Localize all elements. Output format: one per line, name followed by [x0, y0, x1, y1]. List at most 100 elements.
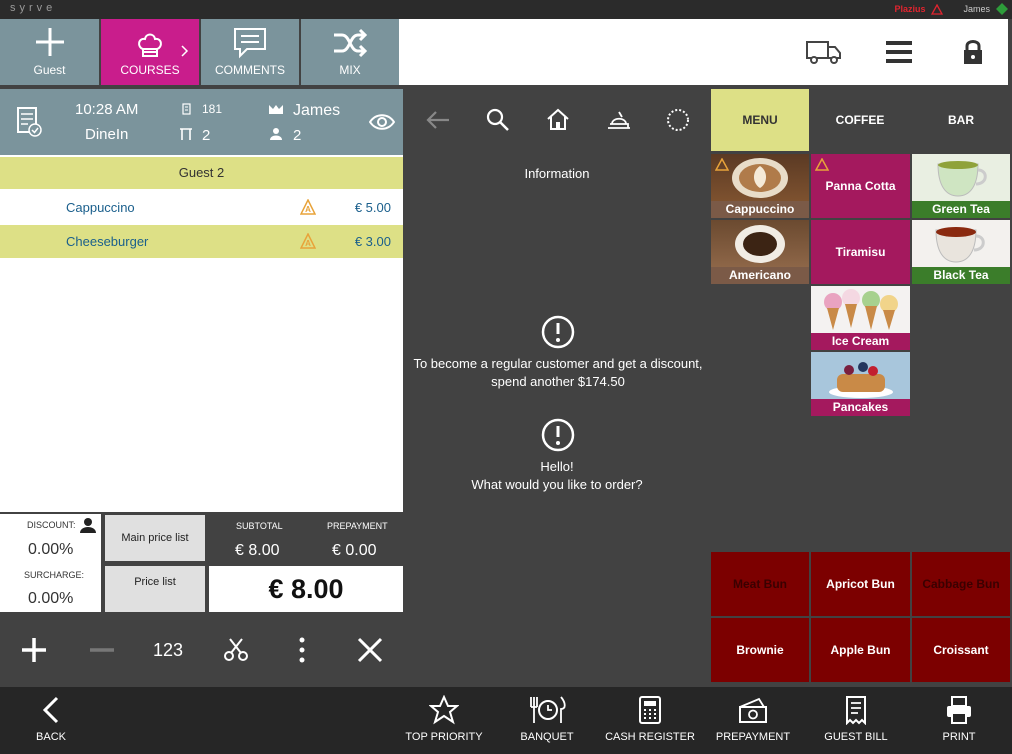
info-message-discount-amount: spend another $174.50 [491, 374, 625, 389]
tea-cup-image [935, 227, 985, 263]
courses-button[interactable]: COURSES [101, 19, 199, 85]
loading-circle-icon[interactable] [666, 108, 690, 132]
print-label: PRINT [942, 731, 976, 743]
coffee-cup-image [732, 158, 788, 198]
main-price-list-button[interactable]: Main price list [105, 515, 205, 561]
customer-icon [80, 518, 96, 533]
system-status: Plazius James [894, 3, 1008, 15]
tab-coffee[interactable]: COFFEE [811, 89, 909, 151]
product-tiramisu[interactable]: Tiramisu [811, 220, 910, 284]
cash-register-label: CASH REGISTER [605, 731, 695, 743]
discount-surcharge-box[interactable]: DISCOUNT: 0.00% SURCHARGE: 0.00% [0, 514, 101, 612]
product-pancakes[interactable]: Pancakes [811, 352, 910, 416]
warning-icon: A [300, 233, 316, 249]
lock-icon[interactable] [962, 39, 984, 65]
tab-bar[interactable]: BAR [912, 89, 1010, 151]
quick-croissant[interactable]: Croissant [912, 618, 1010, 682]
discount-label: DISCOUNT: [27, 520, 76, 530]
back-arrow-icon[interactable] [425, 109, 451, 131]
svg-text:A: A [305, 239, 311, 248]
order-item-row[interactable]: Cheeseburger A € 3.00 [0, 225, 403, 258]
cooking-icon[interactable] [606, 108, 632, 130]
table-icon [180, 128, 192, 140]
product-black-tea[interactable]: Black Tea [912, 220, 1010, 284]
split-button[interactable] [212, 627, 260, 673]
svg-text:A: A [305, 205, 311, 214]
action-bar [399, 19, 1008, 85]
guests-count: 2 [293, 127, 302, 144]
waiter-crown-icon [269, 105, 283, 114]
back-button[interactable]: BACK [6, 695, 96, 743]
product-label: Panna Cotta [825, 179, 896, 193]
subtotal-label: SUBTOTAL [236, 521, 283, 531]
close-icon [357, 637, 383, 663]
product-ice-cream[interactable]: Ice Cream [811, 286, 910, 350]
product-label: Americano [711, 267, 809, 284]
prepayment-label: PREPAYMENT [715, 731, 791, 743]
info-message-question: What would you like to order? [471, 477, 643, 492]
guest-button[interactable]: Guest [0, 19, 99, 85]
order-item-row[interactable]: Cappuccino A € 5.00 [0, 191, 403, 224]
order-total: € 8.00 [209, 566, 403, 612]
banquet-label: BANQUET [520, 731, 574, 743]
guest-label: Guest [33, 63, 66, 77]
tea-cup-image [937, 161, 987, 197]
printer-icon [947, 696, 971, 724]
chef-hat-icon [138, 33, 162, 57]
item-price: € 3.00 [354, 234, 391, 249]
product-cappuccino[interactable]: Cappuccino [711, 154, 809, 218]
increase-button[interactable] [10, 627, 58, 673]
quick-brownie[interactable]: Brownie [711, 618, 809, 682]
subtotal-value: € 8.00 [235, 542, 280, 559]
product-label: Ice Cream [811, 333, 910, 350]
price-list-button[interactable]: Price list [105, 566, 205, 612]
quick-apple-bun[interactable]: Apple Bun [811, 618, 910, 682]
banquet-icon [530, 696, 566, 723]
print-button[interactable]: PRINT [914, 695, 1004, 743]
quick-meat-bun[interactable]: Meat Bun [711, 552, 809, 616]
quick-apricot-bun[interactable]: Apricot Bun [811, 552, 910, 616]
product-panna-cotta[interactable]: Panna Cotta [811, 154, 910, 218]
prepayment-button[interactable]: PREPAYMENT [708, 695, 798, 743]
product-green-tea[interactable]: Green Tea [912, 154, 1010, 218]
top-priority-button[interactable]: TOP PRIORITY [399, 695, 489, 743]
online-indicator-icon [996, 3, 1008, 15]
alert-circle-icon [541, 315, 575, 349]
delivery-truck-icon[interactable] [806, 39, 842, 65]
guests-person-icon [270, 128, 282, 140]
order-number: 181 [202, 102, 223, 116]
guest-header[interactable]: Guest 2 [0, 157, 403, 189]
warning-icon: A [300, 199, 316, 215]
delete-button[interactable] [346, 627, 394, 673]
search-icon[interactable] [486, 108, 510, 132]
comments-label: COMMENTS [215, 63, 285, 77]
warning-icon [815, 158, 829, 171]
item-price: € 5.00 [354, 200, 391, 215]
more-options-button[interactable] [278, 627, 326, 673]
chevron-left-icon [42, 696, 59, 724]
bill-icon [846, 696, 866, 725]
order-check-icon [17, 107, 42, 137]
cash-register-icon [639, 696, 661, 724]
comment-icon [234, 28, 266, 59]
product-americano[interactable]: Americano [711, 220, 809, 284]
prepayment-value: € 0.00 [332, 542, 377, 559]
cash-register-button[interactable]: CASH REGISTER [605, 695, 695, 743]
home-icon[interactable] [546, 108, 570, 130]
mix-button[interactable]: MIX [301, 19, 399, 85]
hamburger-menu-icon[interactable] [886, 40, 912, 64]
comments-button[interactable]: COMMENTS [201, 19, 299, 85]
courses-label: COURSES [120, 63, 180, 77]
tab-menu[interactable]: MENU [711, 89, 809, 151]
top-priority-label: TOP PRIORITY [405, 731, 483, 743]
waiter-name: James [293, 102, 341, 119]
money-icon [739, 697, 767, 723]
quick-cabbage-bun[interactable]: Cabbage Bun [912, 552, 1010, 616]
product-label: Tiramisu [835, 245, 886, 259]
eye-icon[interactable] [369, 113, 395, 131]
numpad-button[interactable]: 123 [144, 627, 192, 673]
user-name: James [963, 4, 990, 14]
decrease-button[interactable] [78, 627, 126, 673]
guest-bill-button[interactable]: GUEST BILL [811, 695, 901, 743]
banquet-button[interactable]: BANQUET [502, 695, 592, 743]
